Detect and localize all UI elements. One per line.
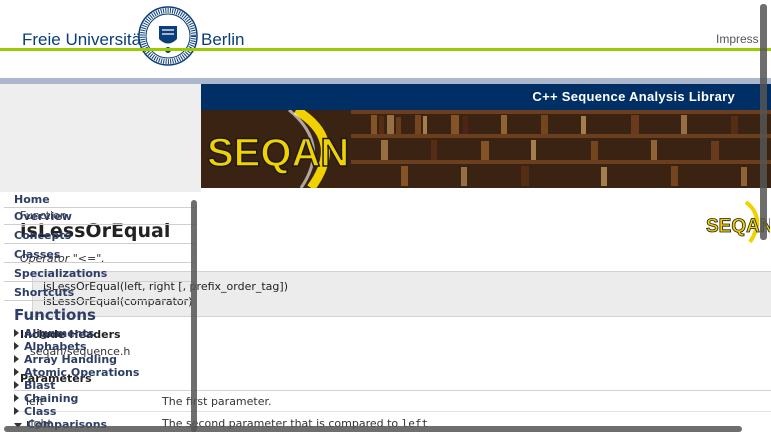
tree-item-label: Blast	[24, 379, 56, 392]
signature-box	[32, 271, 771, 317]
tree-item-array-handling[interactable]: Array Handling	[14, 353, 117, 366]
seqan-logo-text: SEQAN	[207, 131, 349, 175]
chevron-right-icon[interactable]	[14, 329, 19, 337]
tree-item-label: Alphabets	[24, 340, 87, 353]
accent-divider	[0, 48, 771, 51]
horizontal-scrollbar[interactable]	[4, 426, 742, 432]
sidebar-item-concepts[interactable]: Concepts	[14, 229, 71, 242]
sidebar-separator	[4, 207, 196, 208]
chevron-right-icon[interactable]	[14, 394, 19, 402]
chevron-right-icon[interactable]	[14, 342, 19, 350]
chevron-right-icon[interactable]	[14, 407, 19, 415]
tree-item-label: Array Handling	[24, 353, 118, 366]
tree-item-chaining[interactable]: Chaining	[14, 392, 78, 405]
university-name-left[interactable]: Freie Universität	[22, 30, 146, 50]
sidebar-item-classes[interactable]: Classes	[14, 248, 60, 261]
tree-item-label: Class	[24, 405, 57, 418]
vertical-scrollbar[interactable]	[760, 4, 767, 240]
param-description: The first parameter.	[162, 395, 272, 408]
impressum-link[interactable]: Impress	[716, 32, 759, 46]
sidebar-separator	[4, 243, 196, 244]
param-table-divider	[14, 411, 771, 412]
param-table-divider	[14, 390, 771, 391]
library-title: C++ Sequence Analysis Library	[532, 89, 735, 104]
tree-item-label: Alignments	[24, 327, 95, 340]
chevron-right-icon[interactable]	[14, 368, 19, 376]
university-name-right[interactable]: Berlin	[201, 30, 244, 50]
functions-heading: Functions	[14, 306, 96, 324]
sidebar-item-specializations[interactable]: Specializations	[14, 267, 107, 280]
seqan-banner-image: SEQAN	[201, 110, 771, 188]
tree-item-alphabets[interactable]: Alphabets	[14, 340, 87, 353]
sidebar-separator	[4, 281, 196, 282]
sidebar-separator	[4, 262, 196, 263]
tree-item-atomic-operations[interactable]: Atomic Operations	[14, 366, 139, 379]
tree-item-label: Chaining	[24, 392, 79, 405]
sidebar-item-overview[interactable]: Overview	[14, 210, 72, 223]
chevron-right-icon[interactable]	[14, 355, 19, 363]
sidebar-top-background	[0, 84, 201, 192]
sidebar-separator	[4, 224, 196, 225]
tree-item-alignments[interactable]: Alignments	[14, 327, 94, 340]
sidebar-item-home[interactable]: Home	[14, 193, 50, 206]
tree-item-label: Atomic Operations	[24, 366, 140, 379]
chevron-right-icon[interactable]	[14, 381, 19, 389]
fu-berlin-seal-icon[interactable]	[138, 6, 198, 66]
tree-item-class[interactable]: Class	[14, 405, 56, 418]
sidebar-separator	[4, 300, 196, 301]
sidebar-item-shortcuts[interactable]: Shortcuts	[14, 286, 74, 299]
tree-item-blast[interactable]: Blast	[14, 379, 55, 392]
sidebar-scrollbar[interactable]	[191, 200, 197, 432]
